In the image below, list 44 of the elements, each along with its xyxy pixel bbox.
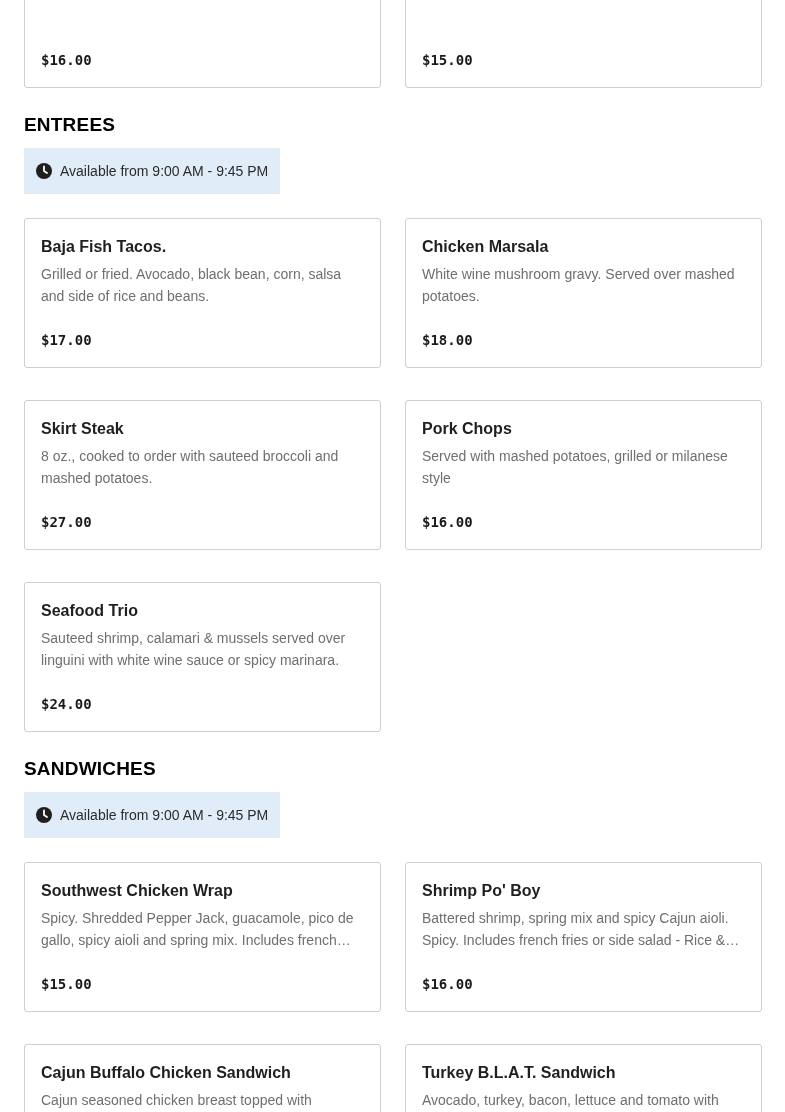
menu-item-card[interactable]: Seafood Trio Sauteed shrimp, calamari & mussels served over linguini with white wine sauce or spicy marinara. $24.00	[24, 582, 381, 732]
item-name: Skirt Steak	[41, 419, 125, 439]
item-name: Pork Chops	[422, 419, 513, 439]
menu-item-card[interactable]: Turkey B.L.A.T. Sandwich Avocado, turkey, bacon, lettuce and tomato with	[405, 1044, 762, 1112]
menu-item-card[interactable]: $16.00	[24, 0, 381, 88]
item-name: Baja Fish Tacos.	[41, 237, 168, 257]
item-name: Cajun Buffalo Chicken Sandwich	[41, 1063, 292, 1083]
hours-text: Available from 9:00 AM - 9:45 PM	[60, 163, 269, 179]
menu-item-card[interactable]: Baja Fish Tacos. Grilled or fried. Avocado, black bean, corn, salsa and side of rice and beans. $17.00	[24, 218, 381, 368]
item-description: Spicy. Shredded Pepper Jack, guacamole, pico de gallo, spicy aioli and spring mix. Includes french…	[41, 909, 355, 950]
item-price: $15.00	[422, 51, 474, 70]
menu-item-card[interactable]: Pork Chops Served with mashed potatoes, grilled or milanese style $16.00	[405, 400, 762, 550]
item-description: Cajun seasoned chicken breast topped with	[41, 1091, 313, 1110]
item-name: Chicken Marsala	[422, 237, 550, 257]
menu-item-card[interactable]: Chicken Marsala White wine mushroom gravy. Served over mashed potatoes. $18.00	[405, 218, 762, 368]
clock-icon	[36, 163, 52, 179]
item-description: 8 oz., cooked to order with sauteed broccoli and mashed potatoes.	[41, 447, 340, 488]
item-description: Battered shrimp, spring mix and spicy Cajun aioli. Spicy. Includes french fries or side salad - Rice &…	[422, 909, 741, 950]
item-description: Avocado, turkey, bacon, lettuce and tomato with	[422, 1091, 720, 1110]
menu-item-card[interactable]: Southwest Chicken Wrap Spicy. Shredded Pepper Jack, guacamole, pico de gallo, spicy aioli and spring mix. Includes french… $15.00	[24, 862, 381, 1012]
item-description: Sauteed shrimp, calamari & mussels served over linguini with white wine sauce or spicy marinara.	[41, 629, 347, 670]
item-price: $16.00	[422, 513, 474, 532]
item-price: $24.00	[41, 695, 93, 714]
menu-item-card[interactable]: Shrimp Po' Boy Battered shrimp, spring mix and spicy Cajun aioli. Spicy. Includes french fries or side salad - Rice &… $16.00	[405, 862, 762, 1012]
item-name: Seafood Trio	[41, 601, 139, 621]
item-price: $16.00	[422, 975, 474, 994]
item-description: White wine mushroom gravy. Served over mashed potatoes.	[422, 265, 736, 306]
section-heading: SANDWICHES	[24, 758, 157, 780]
section-heading: ENTREES	[24, 114, 117, 136]
item-price: $18.00	[422, 331, 474, 350]
item-name: Turkey B.L.A.T. Sandwich	[422, 1063, 617, 1083]
item-name: Southwest Chicken Wrap	[41, 881, 234, 901]
item-price: $16.00	[41, 51, 93, 70]
item-price: $15.00	[41, 975, 93, 994]
item-price: $27.00	[41, 513, 93, 532]
menu-item-card[interactable]: Cajun Buffalo Chicken Sandwich Cajun seasoned chicken breast topped with	[24, 1044, 381, 1112]
item-price: $17.00	[41, 331, 93, 350]
hours-text: Available from 9:00 AM - 9:45 PM	[60, 807, 269, 823]
item-name: Shrimp Po' Boy	[422, 881, 542, 901]
item-description: Served with mashed potatoes, grilled or milanese style	[422, 447, 729, 488]
menu-item-card[interactable]: Skirt Steak 8 oz., cooked to order with sauteed broccoli and mashed potatoes. $27.00	[24, 400, 381, 550]
clock-icon	[36, 807, 52, 823]
item-description: Grilled or fried. Avocado, black bean, corn, salsa and side of rice and beans.	[41, 265, 343, 306]
menu-item-card[interactable]: $15.00	[405, 0, 762, 88]
